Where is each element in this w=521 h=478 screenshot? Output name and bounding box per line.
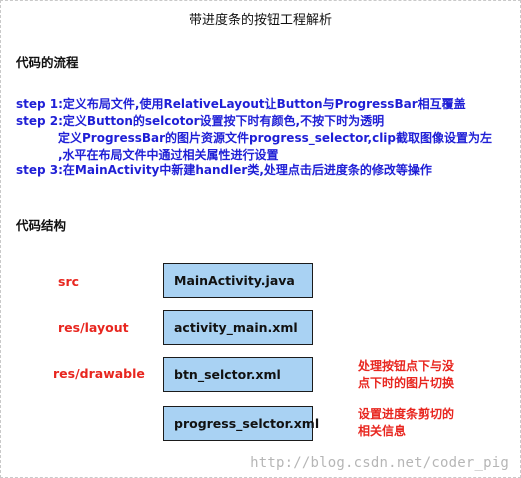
file-name: activity_main.xml [174,320,298,335]
note-line: 处理按钮点下与没 [358,359,455,373]
note-btn-selctor: 处理按钮点下与没 点下时的图片切换 [358,358,454,392]
note-progress-selctor: 设置进度条剪切的 相关信息 [358,406,454,440]
label-res-drawable: res/drawable [53,366,145,381]
step-3: step 3:在MainActivity中新建handler类,处理点击后进度条… [16,163,432,177]
label-res-layout: res/layout [58,320,129,335]
file-name: btn_selctor.xml [174,367,281,382]
file-box-main-activity: MainActivity.java [163,263,313,298]
file-box-btn-selctor: btn_selctor.xml [163,357,313,392]
note-line: 点下时的图片切换 [358,376,455,390]
note-line: 设置进度条剪切的 [358,407,455,421]
step-2-detail-1: 定义ProgressBar的图片资源文件progress_selector,cl… [58,131,493,145]
file-name: MainActivity.java [174,273,295,288]
step-2: step 2:定义Button的selcotor设置按下时有颜色,不按下时为透明 [16,114,385,128]
file-box-progress-selctor: progress_selctor.xml [163,406,319,441]
step-1: step 1:定义布局文件,使用RelativeLayout让Button与Pr… [16,97,466,111]
note-line: 相关信息 [358,424,407,438]
step-2-detail-2: ,水平在布局文件中通过相关属性进行设置 [58,148,279,162]
structure-heading: 代码结构 [16,218,67,233]
diagram-title: 带进度条的按钮工程解析 [188,13,332,28]
watermark: http://blog.csdn.net/coder_pig [250,455,509,471]
label-src: src [58,274,80,289]
flow-heading: 代码的流程 [16,55,79,70]
file-name: progress_selctor.xml [174,416,320,431]
file-box-activity-main: activity_main.xml [163,310,313,345]
